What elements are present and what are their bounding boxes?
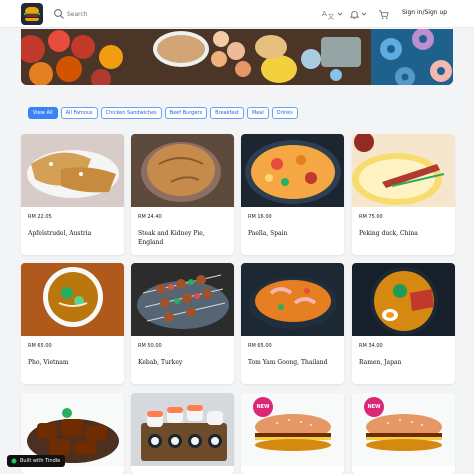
chevron-down-icon: [361, 12, 367, 16]
category-pill[interactable]: Meal: [246, 107, 269, 119]
category-filter: View All All Famous Chicken Sandwiches Beef…: [28, 107, 298, 119]
product-name[interactable]: Ramen, Japan: [359, 358, 451, 367]
product-card[interactable]: [131, 393, 234, 474]
product-name[interactable]: Tom Yam Goong, Thailand: [248, 358, 340, 367]
product-price: RM 24.40: [138, 214, 162, 220]
product-image: [131, 134, 234, 207]
product-card[interactable]: NEW: [352, 393, 455, 474]
product-name[interactable]: Steak and Kidney Pie, England: [138, 229, 230, 247]
cart-icon: [378, 9, 389, 19]
category-pill[interactable]: All Famous: [60, 107, 98, 119]
new-badge: NEW: [364, 397, 384, 417]
product-image: [131, 393, 234, 466]
category-pill[interactable]: Beef Burgers: [164, 107, 208, 119]
product-name[interactable]: Kebab, Turkey: [138, 358, 230, 367]
product-price: RM 65.00: [248, 343, 272, 349]
tindle-logo-icon: [11, 458, 17, 464]
burger-logo-icon[interactable]: [21, 3, 43, 25]
product-price: RM 34.00: [359, 343, 383, 349]
product-name[interactable]: Peking duck, China: [359, 229, 451, 238]
category-pill[interactable]: Breakfast: [210, 107, 244, 119]
product-image: [241, 263, 344, 336]
chevron-down-icon: [337, 12, 343, 16]
product-card[interactable]: RM 65.00 Tom Yam Goong, Thailand: [241, 263, 344, 384]
category-pill[interactable]: Drinks: [271, 107, 298, 119]
product-name[interactable]: Paella, Spain: [248, 229, 340, 238]
bell-icon: [349, 10, 360, 19]
product-price: RM 16.00: [248, 214, 272, 220]
svg-text:A: A: [322, 10, 327, 18]
top-header: A 文 Sign in/Sign up: [0, 0, 474, 28]
product-name[interactable]: Pho, Vietnam: [28, 358, 120, 367]
search-bar[interactable]: [53, 7, 283, 21]
svg-text:文: 文: [328, 13, 334, 20]
notifications-button[interactable]: [349, 6, 367, 22]
search-input[interactable]: [67, 7, 267, 21]
product-card[interactable]: RM 65.00 Pho, Vietnam: [21, 263, 124, 384]
built-with-badge[interactable]: Built with Tindle: [7, 455, 65, 467]
product-card[interactable]: NEW: [241, 393, 344, 474]
product-price: RM 22.05: [28, 214, 52, 220]
product-card[interactable]: RM 16.00 Paella, Spain: [241, 134, 344, 255]
new-badge: NEW: [253, 397, 273, 417]
category-pill[interactable]: View All: [28, 107, 58, 119]
product-card[interactable]: RM 22.05 Apfelstrudel, Austria: [21, 134, 124, 255]
product-image: [241, 134, 344, 207]
signin-link[interactable]: Sign in/Sign up: [402, 9, 447, 16]
product-card[interactable]: RM 75.00 Peking duck, China: [352, 134, 455, 255]
product-price: RM 65.00: [28, 343, 52, 349]
cart-button[interactable]: [378, 6, 390, 22]
product-image: [352, 134, 455, 207]
product-name[interactable]: Apfelstrudel, Austria: [28, 229, 120, 238]
category-pill[interactable]: Chicken Sandwiches: [100, 107, 162, 119]
translate-icon: A 文: [322, 10, 334, 20]
hero-banner-image: [21, 29, 453, 85]
product-card[interactable]: RM 34.00 Ramen, Japan: [352, 263, 455, 384]
product-price: RM 50.00: [138, 343, 162, 349]
product-image: [21, 263, 124, 336]
search-icon: [54, 9, 64, 19]
product-image: [131, 263, 234, 336]
built-with-label: Built with Tindle: [20, 458, 61, 464]
product-price: RM 75.00: [359, 214, 383, 220]
product-image: [21, 134, 124, 207]
product-card[interactable]: RM 50.00 Kebab, Turkey: [131, 263, 234, 384]
language-button[interactable]: A 文: [322, 6, 346, 22]
product-card[interactable]: RM 24.40 Steak and Kidney Pie, England: [131, 134, 234, 255]
product-image: [352, 263, 455, 336]
